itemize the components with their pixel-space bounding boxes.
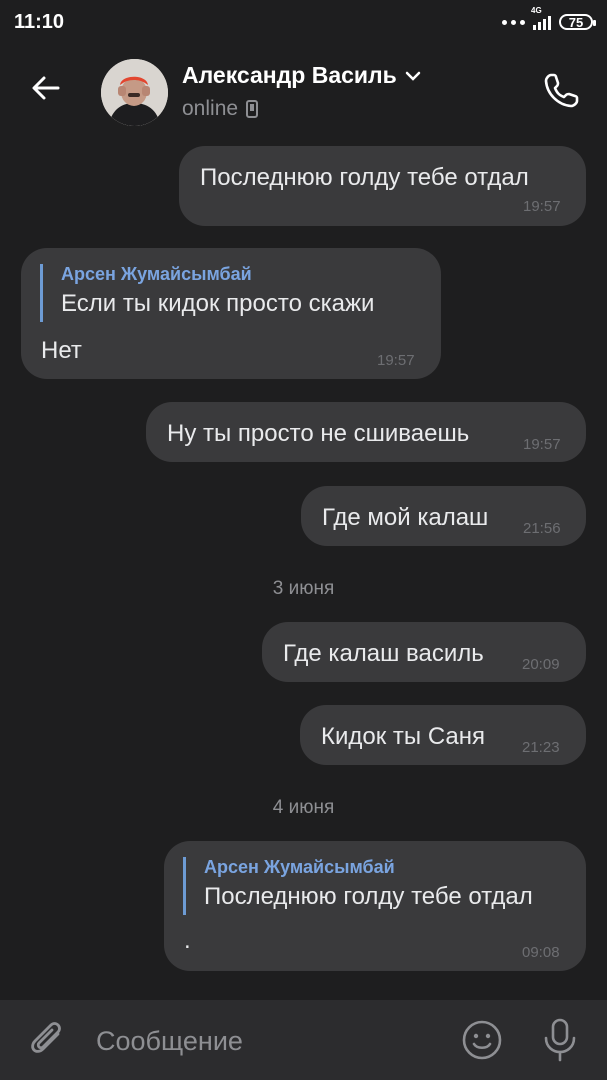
message-time: 09:08 (522, 944, 560, 961)
status-bar: 11:10 4G 75 (0, 0, 607, 44)
message-bubble-outgoing[interactable]: Арсен Жумайсымбай Последнюю голду тебе о… (164, 841, 586, 971)
message-text: Нет (41, 337, 82, 364)
message-bubble-incoming[interactable]: Арсен Жумайсымбай Если ты кидок просто с… (21, 248, 441, 379)
contact-name: Александр Василь (182, 62, 397, 88)
reply-quote[interactable]: Арсен Жумайсымбай Если ты кидок просто с… (40, 264, 374, 322)
message-time: 21:23 (522, 739, 560, 756)
message-text: Кидок ты Саня (321, 723, 486, 750)
smile-icon[interactable] (460, 1018, 504, 1062)
arrow-left-icon[interactable] (28, 70, 64, 106)
message-bubble-outgoing[interactable]: Последнюю голду тебе отдал 19:57 (179, 146, 586, 226)
message-bubble-outgoing[interactable]: Ну ты просто не сшиваешь 19:57 (146, 402, 586, 462)
battery-level: 75 (568, 14, 584, 30)
contact-status-row: online (182, 97, 421, 121)
date-separator: 3 июня (272, 578, 335, 599)
contact-status: online (182, 97, 239, 120)
reply-text: Если ты кидок просто скажи (61, 290, 375, 317)
battery-icon: 75 (559, 14, 596, 30)
more-notifications-icon (502, 19, 525, 25)
message-text: Где мой калаш (322, 504, 489, 531)
reply-text: Последнюю голду тебе отдал (204, 883, 533, 910)
paperclip-icon[interactable] (28, 1020, 68, 1062)
message-time: 19:57 (523, 198, 561, 215)
message-input[interactable] (96, 1020, 436, 1062)
signal-icon: 4G (531, 6, 551, 30)
mobile-device-icon (246, 100, 259, 118)
message-text: Последнюю голду тебе отдал (200, 164, 529, 191)
message-text: Где калаш василь (283, 640, 484, 667)
status-time: 11:10 (14, 10, 65, 33)
network-type: 4G (531, 6, 542, 15)
message-time: 19:57 (377, 352, 415, 369)
reply-quote[interactable]: Арсен Жумайсымбай Последнюю голду тебе о… (183, 857, 533, 915)
message-text: . (184, 927, 191, 954)
message-bubble-outgoing[interactable]: Где калаш василь 20:09 (262, 622, 586, 682)
reply-author: Арсен Жумайсымбай (61, 264, 252, 284)
contact-title-row[interactable]: Александр Василь (182, 62, 421, 89)
microphone-icon[interactable] (540, 1016, 580, 1064)
message-text: Ну ты просто не сшиваешь (167, 420, 470, 447)
message-time: 19:57 (523, 436, 561, 453)
message-time: 20:09 (522, 656, 560, 673)
avatar[interactable] (101, 59, 168, 126)
contact-info[interactable]: Александр Василь online (182, 62, 421, 121)
message-time: 21:56 (523, 520, 561, 537)
reply-author: Арсен Жумайсымбай (204, 857, 395, 877)
message-bubble-outgoing[interactable]: Кидок ты Саня 21:23 (300, 705, 586, 765)
date-separator: 4 июня (272, 797, 335, 818)
chevron-down-icon (405, 71, 421, 81)
phone-icon[interactable] (542, 70, 582, 110)
status-indicators: 4G 75 (502, 6, 596, 30)
message-bubble-outgoing[interactable]: Где мой калаш 21:56 (301, 486, 586, 546)
message-composer (0, 1000, 607, 1080)
chat-header: Александр Василь online (0, 44, 607, 140)
